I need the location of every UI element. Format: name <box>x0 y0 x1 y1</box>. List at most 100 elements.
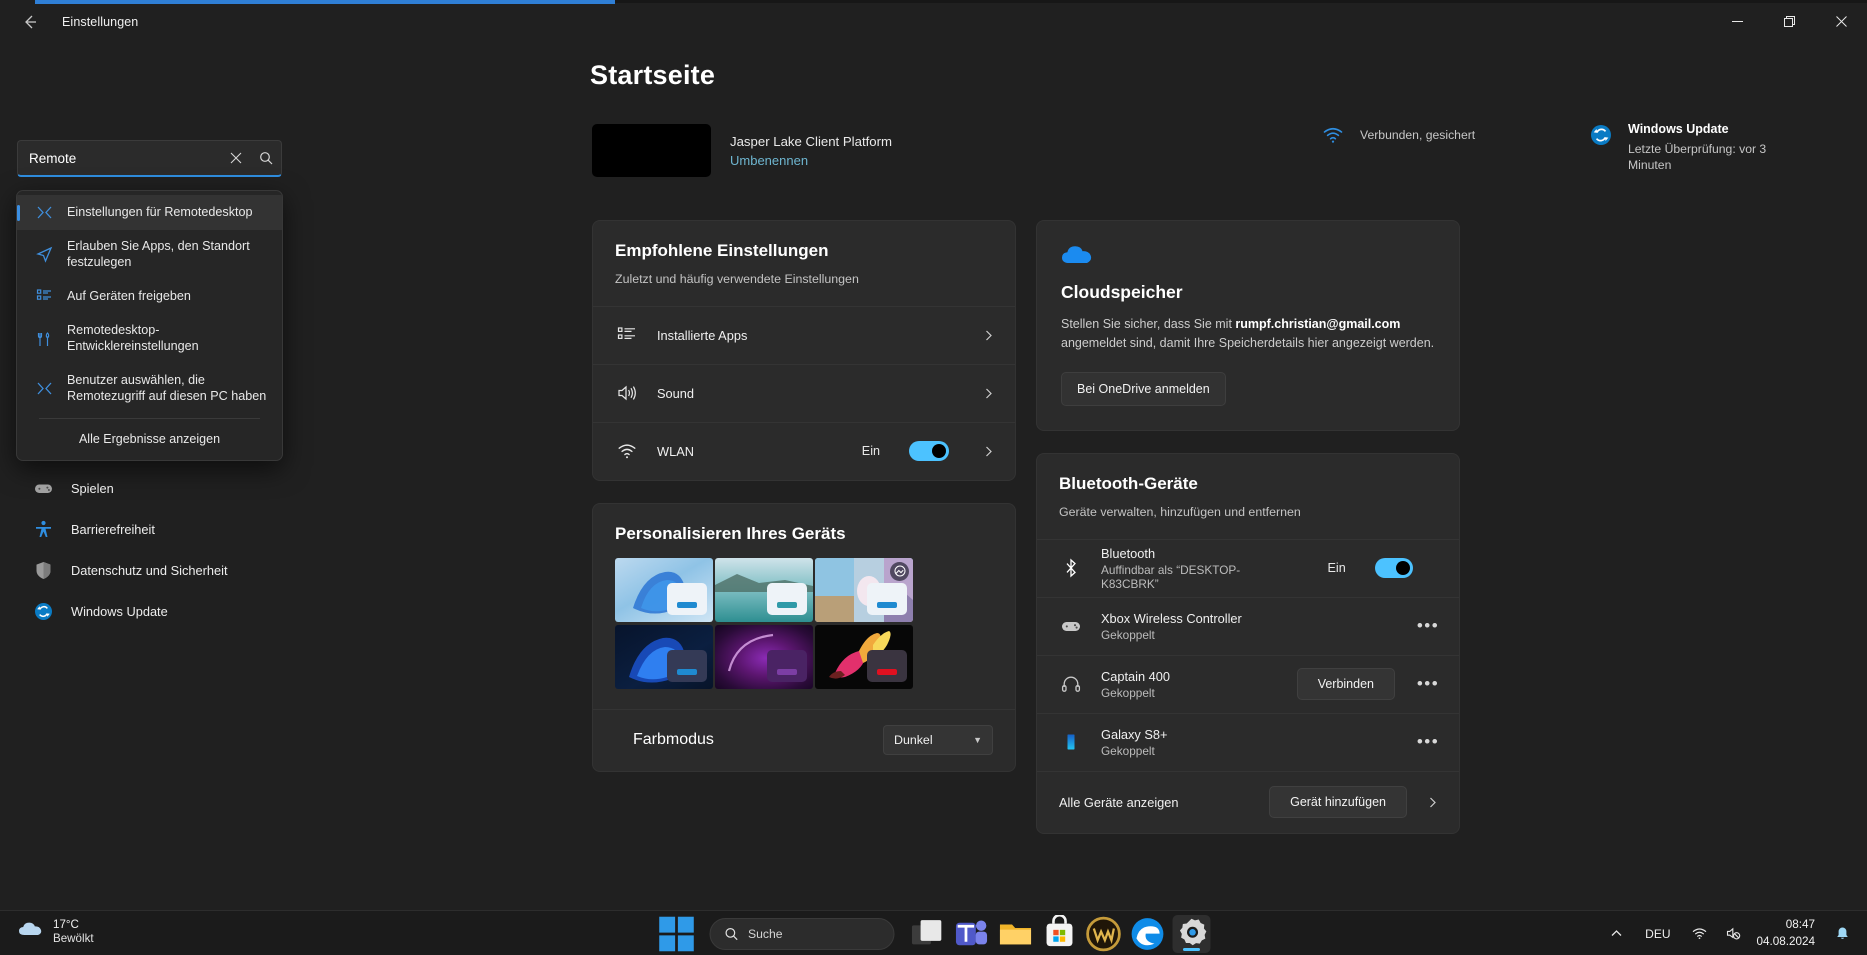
file-explorer-button[interactable] <box>996 915 1034 953</box>
personalization-title: Personalisieren Ihres Geräts <box>593 504 1015 558</box>
bluetooth-device-row[interactable]: Captain 400 Gekoppelt Verbinden ••• <box>1037 655 1459 713</box>
back-button[interactable] <box>8 6 52 38</box>
search-submit-button[interactable] <box>251 143 281 173</box>
tray-network-button[interactable] <box>1683 915 1717 953</box>
weather-widget[interactable]: 17°C Bewölkt <box>18 917 94 946</box>
search-input[interactable] <box>18 151 221 166</box>
theme-thumbnail[interactable] <box>615 625 713 689</box>
bluetooth-label: Bluetooth <box>1101 546 1292 561</box>
world-of-warcraft-icon <box>1084 915 1122 953</box>
show-all-devices-link[interactable]: Alle Geräte anzeigen <box>1059 795 1179 810</box>
network-status[interactable]: Verbunden, gesichert <box>1320 120 1588 174</box>
phone-icon <box>1059 732 1083 752</box>
cloud-storage-text: Stellen Sie sicher, dass Sie mit rumpf.c… <box>1061 315 1435 354</box>
sidebar-item-privacy-security[interactable]: Datenschutz und Sicherheit <box>10 550 290 591</box>
chevron-right-icon <box>977 388 999 399</box>
windows-update-status[interactable]: Windows Update Letzte Überprüfung: vor 3… <box>1588 120 1788 174</box>
theme-thumbnail[interactable] <box>715 558 813 622</box>
minimize-button[interactable] <box>1711 2 1763 41</box>
bluetooth-card-footer: Alle Geräte anzeigen Gerät hinzufügen <box>1037 771 1459 833</box>
color-mode-row[interactable]: Farbmodus Dunkel ▼ <box>593 709 1015 771</box>
wifi-icon <box>1692 926 1707 941</box>
network-status-text: Verbunden, gesichert <box>1360 120 1475 142</box>
sidebar-item-accessibility[interactable]: Barrierefreiheit <box>10 509 290 550</box>
title-bar: Einstellungen <box>0 4 1867 39</box>
wifi-icon <box>615 441 639 461</box>
clock[interactable]: 08:47 04.08.2024 <box>1751 917 1826 950</box>
gamepad-icon <box>32 479 54 498</box>
device-more-button[interactable]: ••• <box>1413 737 1443 747</box>
suggestion-item[interactable]: Erlauben Sie Apps, den Standort festzule… <box>17 230 282 279</box>
recommended-row-wlan[interactable]: WLAN Ein <box>593 422 1015 480</box>
theme-thumbnail[interactable] <box>815 558 913 622</box>
add-device-button[interactable]: Gerät hinzufügen <box>1269 786 1407 818</box>
cloud-text-before: Stellen Sie sicher, dass Sie mit <box>1061 317 1235 331</box>
maximize-button[interactable] <box>1763 2 1815 41</box>
color-mode-label: Farbmodus <box>633 731 714 749</box>
suggestion-item[interactable]: Benutzer auswählen, die Remotezugriff au… <box>17 364 282 413</box>
tray-volume-button[interactable] <box>1717 915 1751 953</box>
wlan-toggle[interactable] <box>909 441 949 461</box>
world-of-warcraft-button[interactable] <box>1084 915 1122 953</box>
taskbar-search[interactable]: Suche <box>709 918 894 950</box>
window-controls <box>1711 2 1867 41</box>
suggestion-item[interactable]: Einstellungen für Remotedesktop <box>17 195 282 230</box>
task-view-button[interactable] <box>908 915 946 953</box>
bluetooth-toggle[interactable] <box>1375 558 1414 578</box>
teams-button[interactable] <box>952 915 990 953</box>
rename-device-link[interactable]: Umbenennen <box>730 153 892 168</box>
chevron-right-icon[interactable] <box>1421 797 1443 808</box>
chevron-down-icon: ▼ <box>973 735 982 745</box>
recommended-row-installed-apps[interactable]: Installierte Apps <box>593 306 1015 364</box>
bluetooth-devices-card: Bluetooth-Geräte Geräte verwalten, hinzu… <box>1036 453 1460 834</box>
bluetooth-device-row[interactable]: Xbox Wireless Controller Gekoppelt ••• <box>1037 597 1459 655</box>
sidebar-item-windows-update[interactable]: Windows Update <box>10 591 290 632</box>
spotlight-icon <box>890 562 909 581</box>
status-group: Verbunden, gesichert Windows Update Letz… <box>1320 120 1788 174</box>
sidebar-nav: Spielen Barrierefreiheit Datenschutz und… <box>0 468 300 632</box>
device-status: Gekoppelt <box>1101 744 1168 758</box>
clear-search-button[interactable] <box>221 143 251 173</box>
search-icon <box>724 927 738 941</box>
language-indicator[interactable]: DEU <box>1633 927 1682 941</box>
wlan-toggle-label: Ein <box>862 444 880 458</box>
bluetooth-card-subtitle: Geräte verwalten, hinzufügen und entfern… <box>1059 504 1437 522</box>
bluetooth-toggle-label: Ein <box>1328 561 1346 575</box>
bluetooth-toggle-row[interactable]: Bluetooth Auffindbar als “DESKTOP-K83CBR… <box>1037 539 1459 597</box>
windows-start-icon <box>657 915 695 953</box>
bluetooth-card-header: Bluetooth-Geräte Geräte verwalten, hinzu… <box>1037 454 1459 539</box>
device-more-button[interactable]: ••• <box>1413 679 1443 689</box>
device-name: Xbox Wireless Controller <box>1101 611 1242 626</box>
clock-date: 04.08.2024 <box>1757 934 1816 951</box>
microsoft-store-button[interactable] <box>1040 915 1078 953</box>
onedrive-signin-button[interactable]: Bei OneDrive anmelden <box>1061 372 1226 406</box>
suggestion-item[interactable]: Remotedesktop-Entwicklereinstellungen <box>17 314 282 363</box>
start-button[interactable] <box>657 915 695 953</box>
edge-button[interactable] <box>1128 915 1166 953</box>
theme-thumbnail[interactable] <box>715 625 813 689</box>
search-box[interactable] <box>17 140 282 177</box>
connect-device-button[interactable]: Verbinden <box>1297 668 1395 700</box>
suggestion-label: Auf Geräten freigeben <box>67 289 191 305</box>
recommended-card-header: Empfohlene Einstellungen Zuletzt und häu… <box>593 221 1015 306</box>
show-all-results-button[interactable]: Alle Ergebnisse anzeigen <box>17 419 282 460</box>
theme-preview-window <box>667 650 707 682</box>
suggestion-item[interactable]: Auf Geräten freigeben <box>17 279 282 314</box>
tray-expand-button[interactable] <box>1599 915 1633 953</box>
back-arrow-icon <box>22 14 38 30</box>
device-name: Captain 400 <box>1101 669 1170 684</box>
device-more-button[interactable]: ••• <box>1413 621 1443 631</box>
settings-button[interactable] <box>1172 915 1210 953</box>
recommended-row-sound[interactable]: Sound <box>593 364 1015 422</box>
notifications-button[interactable] <box>1825 915 1859 953</box>
sidebar-item-gaming[interactable]: Spielen <box>10 468 290 509</box>
bluetooth-device-row[interactable]: Galaxy S8+ Gekoppelt ••• <box>1037 713 1459 771</box>
remote-desktop-icon <box>35 204 53 221</box>
list-icon <box>35 288 53 305</box>
settings-icon <box>1172 915 1210 953</box>
color-mode-select[interactable]: Dunkel ▼ <box>883 725 993 755</box>
theme-thumbnail[interactable] <box>615 558 713 622</box>
close-button[interactable] <box>1815 2 1867 41</box>
theme-thumbnail[interactable] <box>815 625 913 689</box>
chevron-right-icon <box>977 330 999 341</box>
